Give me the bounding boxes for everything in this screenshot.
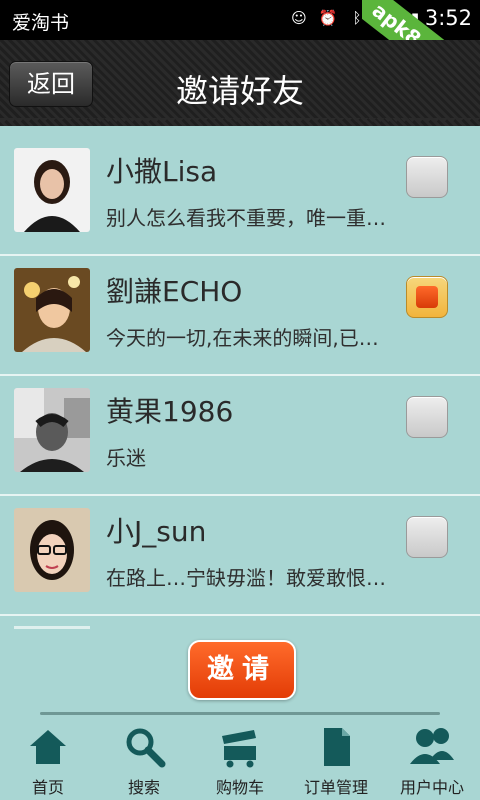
avatar xyxy=(14,148,90,232)
invite-button[interactable]: 邀请 xyxy=(188,640,296,700)
invite-checkbox[interactable] xyxy=(406,516,448,558)
nav-item-home[interactable]: 首页 xyxy=(0,718,96,800)
friend-signature: 乐迷 xyxy=(106,446,146,470)
friend-row[interactable]: 劉謙ECHO 今天的一切,在未来的瞬间,已… xyxy=(0,256,480,376)
avatar xyxy=(14,268,90,352)
home-icon xyxy=(30,730,66,764)
status-icons: ☺ ⏰ ᛒ ≋ ▮ xyxy=(288,7,426,29)
nav-label: 购物车 xyxy=(215,778,264,797)
bottom-nav: 首页 搜索 购物车 订单管理 用户中心 xyxy=(0,718,480,800)
friend-signature: 在路上…宁缺毋滥！敢爱敢恨… xyxy=(106,566,386,590)
bluetooth-icon: ᛒ xyxy=(352,9,362,27)
friend-name: 黄果1986 xyxy=(106,395,234,428)
cart-icon xyxy=(222,730,256,768)
users-icon xyxy=(410,728,454,764)
friend-row[interactable]: 小J_sun 在路上…宁缺毋滥！敢爱敢恨… xyxy=(0,496,480,616)
friend-name: 小撒Lisa xyxy=(106,155,218,188)
nav-item-user-center[interactable]: 用户中心 xyxy=(384,718,480,800)
document-icon xyxy=(324,728,350,766)
friend-row[interactable]: 小撒Lisa 别人怎么看我不重要，唯一重… xyxy=(0,136,480,256)
title-bar-edge xyxy=(0,118,480,126)
friend-name: 小J_sun xyxy=(106,515,207,548)
nav-label: 订单管理 xyxy=(303,778,368,797)
status-app-name: 爱淘书 xyxy=(12,12,70,34)
next-row-peek xyxy=(14,626,90,629)
invite-checkbox[interactable] xyxy=(406,396,448,438)
divider xyxy=(40,712,440,715)
nav-label: 用户中心 xyxy=(399,778,464,797)
status-time: 3:52 xyxy=(424,6,472,30)
nav-item-search[interactable]: 搜索 xyxy=(96,718,192,800)
nav-item-orders[interactable]: 订单管理 xyxy=(288,718,384,800)
friend-name: 劉謙ECHO xyxy=(106,275,243,308)
invite-checkbox[interactable] xyxy=(406,156,448,198)
title-bar: 返回 邀请好友 xyxy=(0,40,480,126)
nav-label: 首页 xyxy=(31,778,64,797)
avatar xyxy=(14,388,90,472)
avatar xyxy=(14,508,90,592)
search-icon xyxy=(126,728,166,768)
friend-signature: 别人怎么看我不重要，唯一重… xyxy=(106,206,386,230)
friend-signature: 今天的一切,在未来的瞬间,已… xyxy=(106,326,379,350)
chat-icon: ☺ xyxy=(291,9,307,27)
nav-item-cart[interactable]: 购物车 xyxy=(192,718,288,800)
signal-icon: ▮ xyxy=(410,9,420,27)
status-bar: 爱淘书 ☺ ⏰ ᛒ ≋ ▮ 3:52 xyxy=(0,0,480,40)
friend-row[interactable]: 黄果1986 乐迷 xyxy=(0,376,480,496)
nav-label: 搜索 xyxy=(127,778,160,797)
page-title: 邀请好友 xyxy=(175,72,304,110)
alarm-icon: ⏰ xyxy=(318,9,338,27)
friend-list: 小撒Lisa 别人怎么看我不重要，唯一重… 劉謙ECHO 今天的一切,在未来的瞬… xyxy=(0,136,480,616)
wifi-icon: ≋ xyxy=(379,9,393,27)
invite-checkbox[interactable] xyxy=(406,276,448,318)
